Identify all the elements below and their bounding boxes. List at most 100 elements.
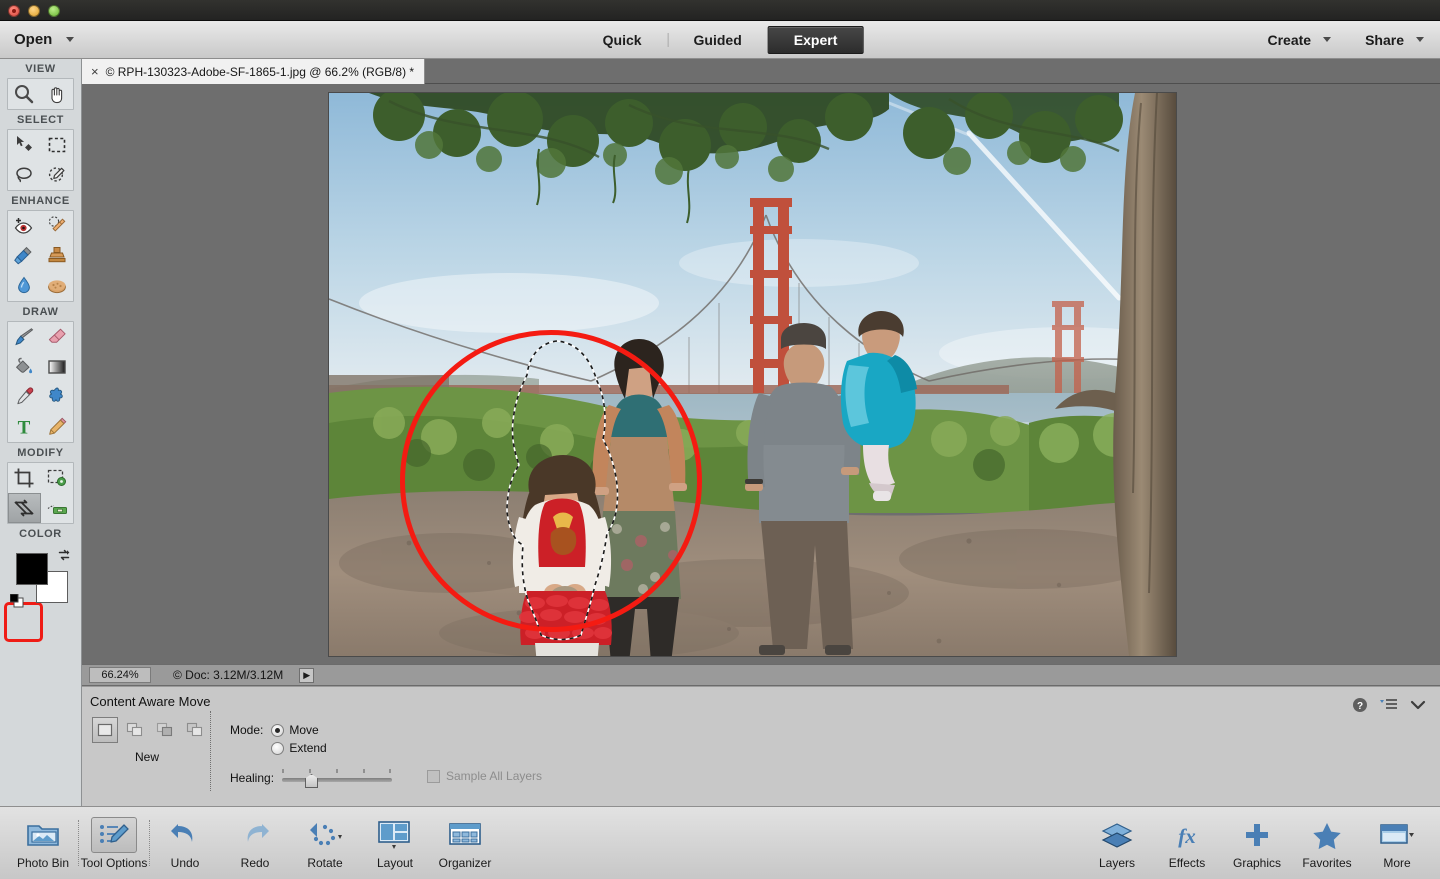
tab-quick[interactable]: Quick [577,27,668,53]
rotate-label: Rotate [307,856,342,870]
smart-brush-tool[interactable] [8,241,41,271]
create-menu[interactable]: Create [1267,32,1331,48]
status-bar-menu-arrow[interactable]: ▶ [299,668,314,683]
custom-shape-tool[interactable] [41,382,74,412]
toolbox-section-label-view: VIEW [0,59,81,78]
help-icon[interactable]: ? [1352,697,1368,713]
healing-slider-thumb[interactable] [305,774,318,788]
layout-label: Layout [377,856,413,870]
hand-tool[interactable] [41,79,74,109]
gradient-tool[interactable] [41,352,74,382]
recompose-tool[interactable] [41,463,74,493]
redo-label: Redo [241,856,270,870]
chevron-down-icon[interactable] [1416,37,1424,42]
layout-button[interactable]: Layout [360,811,430,875]
favorites-label: Favorites [1302,856,1351,870]
marquee-tool[interactable] [41,130,74,160]
healing-control-group: Healing: [230,769,392,787]
red-eye-tool[interactable] [8,211,41,241]
sample-all-layers-checkbox[interactable]: Sample All Layers [427,769,542,783]
undo-button[interactable]: Undo [150,811,220,875]
photoshop-elements-window: Open Quick Guided Expert Create Share VI… [0,0,1440,879]
more-button[interactable]: More [1362,811,1432,875]
layers-label: Layers [1099,856,1135,870]
zoom-tool[interactable] [8,79,41,109]
graphics-label: Graphics [1233,856,1281,870]
paint-bucket-tool[interactable] [8,352,41,382]
undo-icon [169,817,201,853]
sponge-tool[interactable] [41,271,74,301]
effects-icon: fx [1170,817,1204,853]
layers-button[interactable]: Layers [1082,811,1152,875]
mode-radio-extend-label: Extend [289,741,326,755]
layout-icon [376,817,414,853]
reset-colors-icon[interactable] [10,594,25,609]
tool-options-icon [91,817,137,853]
toolbox-section-label-draw: DRAW [0,302,81,321]
foreground-color-swatch[interactable] [16,553,48,585]
effects-button[interactable]: fx Effects [1152,811,1222,875]
healing-label: Healing: [230,771,274,785]
photo-artwork [329,93,1176,656]
radio-off-icon[interactable] [271,742,284,755]
spot-healing-brush-tool[interactable] [41,211,74,241]
share-menu[interactable]: Share [1365,32,1424,48]
svg-text:T: T [18,418,31,439]
chevron-down-icon[interactable] [1323,37,1331,42]
checkbox-unchecked-icon[interactable] [427,770,440,783]
minimize-window-button[interactable] [28,5,40,17]
crop-tool[interactable] [8,463,41,493]
quick-selection-tool[interactable] [41,160,74,190]
document-tab-label: © RPH-130323-Adobe-SF-1865-1.jpg @ 66.2%… [106,65,415,79]
maximize-window-button[interactable] [48,5,60,17]
collapse-chevron-icon[interactable] [1410,699,1426,711]
redo-button[interactable]: Redo [220,811,290,875]
close-window-button[interactable] [8,5,20,17]
move-tool[interactable] [8,130,41,160]
photo-bin-button[interactable]: Photo Bin [8,811,78,875]
intersect-with-selection-button[interactable] [182,717,208,743]
healing-slider[interactable] [282,769,392,787]
type-tool[interactable]: T [8,412,41,442]
radio-on-icon[interactable] [271,724,284,737]
brush-tool[interactable] [8,322,41,352]
zoom-level-field[interactable]: 66.24% [89,667,151,683]
toolbox-section-label-select: SELECT [0,110,81,129]
favorites-button[interactable]: Favorites [1292,811,1362,875]
healing-slider-track[interactable] [282,778,392,782]
organizer-button[interactable]: Organizer [430,811,500,875]
tool-options-button[interactable]: Tool Options [79,811,149,875]
graphics-button[interactable]: Graphics [1222,811,1292,875]
photo-bin-icon [26,817,60,853]
panel-menu-icon[interactable] [1380,698,1398,712]
blur-tool[interactable] [8,271,41,301]
content-aware-move-tool[interactable] [8,493,41,523]
eyedropper-tool[interactable] [8,382,41,412]
mode-radio-move[interactable]: Move [271,723,326,737]
pencil-tool[interactable] [41,412,74,442]
tab-expert[interactable]: Expert [768,26,864,54]
canvas-area[interactable] [82,84,1440,664]
subtract-from-selection-button[interactable] [152,717,178,743]
window-titlebar [0,0,1440,21]
mode-radio-group: Move Extend [271,723,326,755]
eraser-tool[interactable] [41,322,74,352]
tab-guided[interactable]: Guided [668,27,768,53]
add-to-selection-button[interactable] [122,717,148,743]
swap-colors-icon[interactable] [57,548,71,562]
open-button[interactable]: Open [14,31,74,48]
new-selection-button[interactable] [92,717,118,743]
close-icon[interactable]: × [91,64,99,79]
chevron-down-icon[interactable] [66,37,74,42]
toolbox-group-enhance [7,210,74,302]
image-document[interactable] [329,93,1176,656]
clone-stamp-tool[interactable] [41,241,74,271]
sample-all-layers-label: Sample All Layers [446,769,542,783]
tool-options-title: Content Aware Move [90,694,210,709]
straighten-tool[interactable] [41,493,74,523]
document-tab[interactable]: × © RPH-130323-Adobe-SF-1865-1.jpg @ 66.… [82,59,425,84]
mode-radio-extend[interactable]: Extend [271,741,326,755]
lasso-tool[interactable] [8,160,41,190]
organizer-label: Organizer [439,856,492,870]
rotate-button[interactable]: Rotate [290,811,360,875]
